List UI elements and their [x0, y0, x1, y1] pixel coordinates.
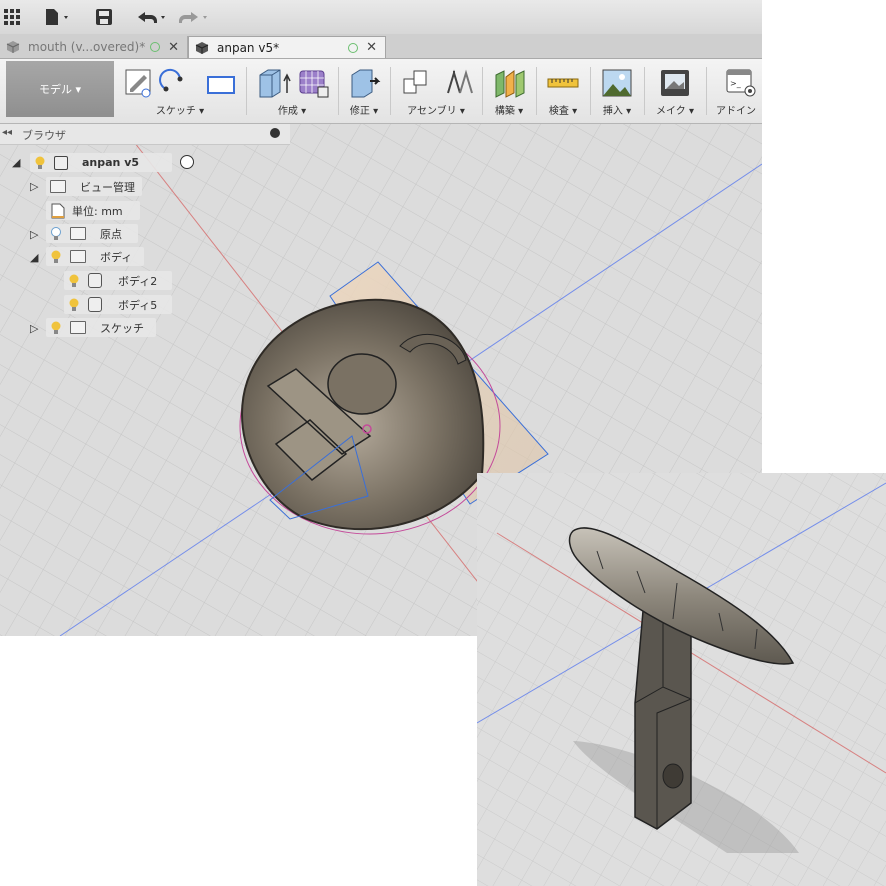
close-tab-icon[interactable]: ✕ [366, 40, 377, 55]
expand-arrow-icon[interactable]: ▷ [30, 228, 38, 241]
folder-icon [70, 227, 86, 240]
inspect-group[interactable]: 検査 ▾ [540, 63, 586, 119]
sketch-group[interactable]: スケッチ ▾ [118, 63, 242, 119]
svg-text:>_: >_ [730, 79, 742, 88]
tree-item-label: スケッチ [100, 321, 144, 335]
tree-item-bodies[interactable]: ボディ [46, 247, 144, 266]
tab-mouth[interactable]: mouth (v...overed)* ✕ [0, 36, 188, 58]
body-icon [88, 273, 102, 288]
visibility-bulb-icon[interactable] [50, 226, 62, 241]
save-icon[interactable] [92, 6, 116, 28]
activate-radio[interactable] [180, 155, 194, 169]
tab-label: mouth (v...overed)* [28, 40, 146, 54]
divider [246, 67, 247, 115]
app-grid-icon[interactable] [2, 6, 22, 28]
tree-root-label: anpan v5 [82, 156, 140, 169]
secondary-viewport[interactable] [477, 473, 886, 886]
divider [338, 67, 339, 115]
divider [390, 67, 391, 115]
visibility-bulb-icon[interactable] [68, 274, 80, 288]
modify-group[interactable]: 修正 ▾ [342, 63, 386, 119]
expand-arrow-icon[interactable]: ◢ [30, 251, 38, 264]
folder-icon [50, 180, 66, 193]
modify-label: 修正 ▾ [349, 106, 379, 117]
tab-anpan[interactable]: anpan v5* ✕ [188, 36, 386, 58]
ruler-icon [547, 78, 579, 88]
tree-item-label: ビュー管理 [80, 180, 135, 194]
ribbon-toolbar: モデル ▾ スケッチ ▾ 作成 ▾ 修正 ▾ アセンブリ ▾ 構築 ▾ 検査 ▾… [0, 59, 762, 124]
tree-item-body2[interactable]: ボディ2 [64, 271, 172, 290]
body-icon [88, 297, 102, 312]
close-tab-icon[interactable]: ✕ [168, 40, 179, 55]
eye-hole [327, 353, 397, 415]
redo-icon[interactable] [176, 6, 212, 28]
sync-status-icon [150, 42, 161, 52]
construct-icon [495, 70, 525, 98]
visibility-bulb-icon[interactable] [50, 321, 62, 335]
sketch-label: スケッチ ▾ [155, 106, 205, 117]
construct-group[interactable]: 構築 ▾ [486, 63, 532, 119]
folder-icon [70, 250, 86, 263]
tree-item-units[interactable]: 単位: mm [46, 201, 140, 220]
divider [536, 67, 537, 115]
title-bar [0, 0, 762, 35]
addins-group[interactable]: >_ アドイン [710, 63, 762, 119]
tree-item-label: 単位: mm [72, 204, 123, 218]
visibility-bulb-icon[interactable] [50, 250, 62, 264]
divider [482, 67, 483, 115]
assemble-icon [403, 69, 473, 94]
assemble-group[interactable]: アセンブリ ▾ [394, 63, 478, 119]
sketch-icon [125, 68, 235, 98]
divider [706, 67, 707, 115]
tab-label: anpan v5* [217, 40, 280, 55]
divider [644, 67, 645, 115]
insert-label: 挿入 ▾ [602, 106, 632, 117]
modify-icon [351, 69, 381, 98]
undo-icon[interactable] [134, 6, 170, 28]
create-icon [259, 69, 329, 98]
tree-item-view[interactable]: ビュー管理 [46, 177, 142, 196]
construct-label: 構築 ▾ [494, 106, 524, 117]
component-icon [54, 155, 68, 170]
document-icon [51, 203, 65, 218]
browser-title: ブラウザ [22, 129, 66, 142]
create-label: 作成 ▾ [277, 106, 307, 117]
workspace-switcher[interactable]: モデル ▾ [6, 61, 114, 117]
collapse-panel-icon[interactable]: ◂◂ [2, 127, 12, 138]
browser-header: ◂◂ ブラウザ [0, 124, 290, 145]
tree-item-label: ボディ5 [118, 298, 158, 312]
mount-hole [662, 763, 684, 789]
expand-arrow-icon[interactable]: ◢ [12, 156, 20, 169]
tree-item-origin[interactable]: 原点 [46, 224, 138, 243]
sync-status-icon [348, 42, 359, 53]
insert-group[interactable]: 挿入 ▾ [594, 63, 640, 119]
tree-item-sketches[interactable]: スケッチ [46, 318, 156, 337]
visibility-bulb-icon[interactable] [68, 298, 80, 312]
assemble-label: アセンブリ ▾ [407, 106, 465, 117]
printer-icon [661, 70, 689, 96]
folder-icon [70, 321, 86, 334]
tree-root[interactable]: anpan v5 [30, 153, 194, 172]
pin-icon[interactable] [270, 128, 280, 138]
tree-item-label: ボディ2 [118, 274, 158, 288]
file-menu-icon[interactable] [40, 6, 74, 28]
create-group[interactable]: 作成 ▾ [250, 63, 334, 119]
tree-item-body5[interactable]: ボディ5 [64, 295, 172, 314]
image-icon [602, 69, 632, 97]
script-icon: >_ [726, 69, 756, 97]
expand-arrow-icon[interactable]: ▷ [30, 322, 38, 335]
tree-item-label: 原点 [100, 227, 122, 241]
document-tab-bar: mouth (v...overed)* ✕ anpan v5* ✕ [0, 34, 762, 59]
make-label: メイク ▾ [656, 106, 694, 117]
component-icon [195, 41, 209, 54]
expand-arrow-icon[interactable]: ▷ [30, 180, 38, 193]
make-group[interactable]: メイク ▾ [648, 63, 702, 119]
visibility-bulb-icon[interactable] [34, 156, 46, 170]
tree-item-label: ボディ [100, 250, 133, 264]
inspect-label: 検査 ▾ [548, 106, 578, 117]
part-render [477, 473, 886, 886]
divider [590, 67, 591, 115]
addins-label: アドイン [716, 106, 756, 117]
component-icon [6, 41, 20, 53]
